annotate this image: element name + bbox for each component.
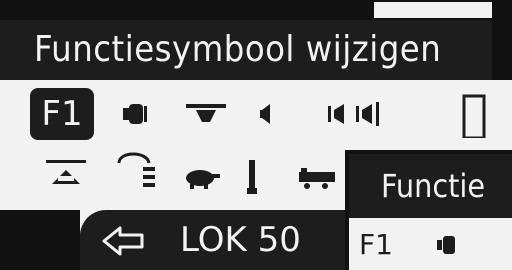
whistle-icon[interactable] — [180, 88, 232, 140]
page-title: Functiesymbool wijzigen — [0, 20, 512, 80]
train-icon[interactable] — [292, 150, 346, 202]
lok-function-screen: Functiesymbool wijzigen F1 LOK 50 Functi… — [0, 0, 512, 270]
sound-volume-icon[interactable] — [318, 88, 402, 140]
arrow-left-icon[interactable] — [100, 224, 150, 258]
symbol-f1-selected[interactable]: F1 — [30, 88, 94, 140]
screen-corner — [492, 0, 512, 82]
horn-icon[interactable] — [429, 232, 479, 258]
left-edge — [0, 210, 80, 270]
f1-label: F1 — [41, 94, 83, 134]
turtle-icon[interactable] — [176, 150, 228, 202]
function-overlay-window: Functie F1 — [345, 150, 512, 270]
overlay-f1-label[interactable]: F1 — [359, 228, 393, 261]
cab-light-icon[interactable] — [38, 150, 94, 202]
loco-footer: LOK 50 — [80, 210, 350, 270]
lamp-icon[interactable] — [108, 144, 168, 206]
door-icon[interactable] — [452, 88, 496, 140]
loco-label: LOK 50 — [180, 220, 301, 260]
overlay-title: Functie — [349, 154, 512, 218]
horn-icon[interactable] — [112, 88, 162, 140]
coupler-icon[interactable] — [236, 150, 270, 202]
sound-icon[interactable] — [248, 88, 288, 140]
top-status-bar — [0, 0, 512, 20]
status-glyph — [374, 2, 494, 18]
